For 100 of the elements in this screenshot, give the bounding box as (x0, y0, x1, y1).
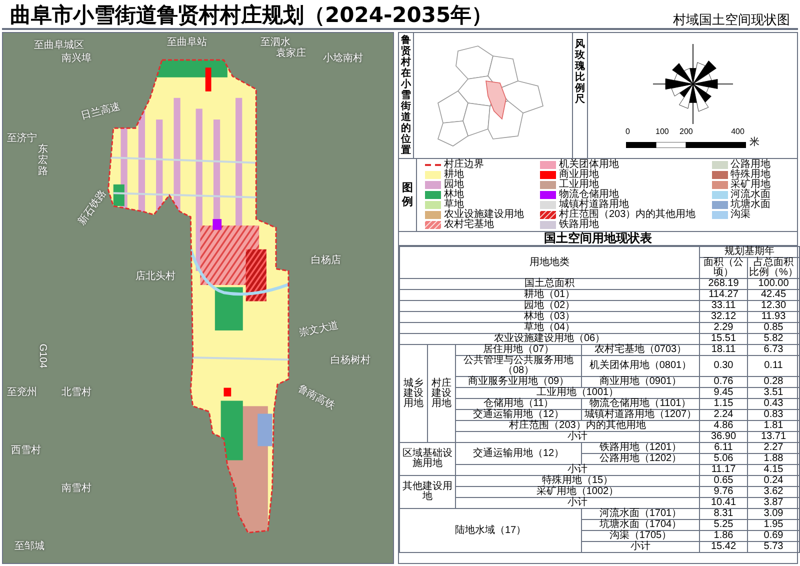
table-cell: 农村宅基地（0703） (582, 344, 700, 356)
table-cell: 园地（02） (400, 300, 700, 312)
table-cell: 其他建设用地 (400, 476, 456, 508)
legend-label: 村庄范围（203）内的其他用地 (559, 210, 696, 220)
place-label: 崇文大道 (298, 320, 340, 339)
place-label: 小埝南村 (322, 54, 363, 64)
legend-label: 坑塘水面 (730, 200, 771, 210)
place-label: 至曲阜站 (166, 38, 207, 48)
scale-tick-label: 0 (626, 128, 630, 136)
table-cell: 河流水面（1701） (582, 508, 700, 520)
column-header: 面积（公顷） (700, 258, 748, 278)
place-label: 至邹城 (14, 542, 45, 552)
legend-label: 物流仓储用地 (559, 190, 619, 200)
area-cell: 15.51 (700, 334, 748, 344)
share-cell: 5.73 (748, 542, 800, 552)
legend-label: 河流水面 (730, 190, 771, 200)
share-cell: 0.43 (748, 398, 800, 410)
place-label: 至兖州 (6, 388, 37, 398)
share-cell: 3.87 (748, 498, 800, 508)
map-subtitle: 村域国土空间现状图 (673, 13, 790, 26)
share-cell: 0.85 (748, 322, 800, 334)
share-cell: 12.30 (748, 300, 800, 312)
scale-title: 风玫瑰比例尺 (573, 33, 588, 158)
place-label: 新石铁路 (78, 188, 109, 227)
area-cell: 1.86 (700, 530, 748, 542)
area-cell: 32.12 (700, 312, 748, 322)
column-header: 占总面积比例（%） (748, 258, 800, 278)
table-cell: 交通运输用地（12） (456, 442, 582, 464)
table-cell: 商业用地（0901） (582, 376, 700, 388)
area-cell: 18.11 (700, 344, 748, 356)
place-label: 至济宁 (6, 134, 37, 144)
place-label: G104 (38, 344, 48, 368)
place-label: 白杨店 (311, 256, 342, 266)
legend-label: 林地 (444, 190, 464, 200)
area-cell: 1.15 (700, 398, 748, 410)
table-cell: 坑塘水面（1704） (582, 520, 700, 530)
place-label: 至泗水 (260, 38, 290, 48)
share-cell: 3.62 (748, 486, 800, 498)
share-cell: 2.27 (748, 442, 800, 454)
table-cell: 仓储用地（11） (456, 398, 582, 410)
legend-label: 公路用地 (730, 160, 771, 170)
share-cell: 1.95 (748, 520, 800, 530)
place-label: 袁家庄 (276, 48, 306, 59)
place-label: 南兴埠 (62, 54, 92, 64)
table-cell: 铁路用地（1201） (582, 442, 700, 454)
table-cell: 公路用地（1202） (582, 454, 700, 464)
table-cell: 小计 (456, 498, 700, 508)
share-cell: 0.83 (748, 410, 800, 420)
legend-label: 特殊用地 (730, 170, 771, 180)
table-cell: 交通运输用地（12） (456, 410, 582, 420)
table-cell: 林地（03） (400, 312, 700, 322)
scale-unit: 米 (750, 138, 760, 148)
legend-label: 农业设施建设用地 (444, 210, 524, 220)
area-cell: 2.29 (700, 322, 748, 334)
area-cell: 15.42 (700, 542, 748, 552)
table-cell: 区域基础设施用地 (400, 442, 456, 476)
table-cell: 沟渠（1705） (582, 530, 700, 542)
table-cell: 小计 (456, 464, 700, 476)
share-cell: 0.11 (748, 356, 800, 376)
area-cell: 4.86 (700, 420, 748, 432)
place-label: 日兰高速 (80, 102, 122, 122)
table-cell: 特殊用地（15） (456, 476, 700, 486)
legend-title: 图例 (400, 180, 414, 210)
area-cell: 0.30 (700, 356, 748, 376)
share-cell: 1.81 (748, 420, 800, 432)
place-label: 西雪村 (10, 446, 41, 456)
share-cell: 4.15 (748, 464, 800, 476)
table-cell: 城乡建设用地 (400, 344, 428, 442)
table-cell: 草地（04） (400, 322, 700, 334)
place-label: 店北头村 (136, 272, 176, 282)
area-cell: 6.11 (700, 442, 748, 454)
locator-title: 鲁贤村在小雪街道的位置 (399, 33, 414, 158)
area-cell: 5.25 (700, 520, 748, 530)
scale-tick-label: 200 (680, 128, 693, 136)
share-cell: 0.28 (748, 376, 800, 388)
area-cell: 9.76 (700, 486, 748, 498)
share-cell: 3.51 (748, 388, 800, 398)
legend-label: 村庄边界 (444, 160, 484, 170)
place-label: 南雪村 (62, 484, 92, 494)
legend-label: 机关团体用地 (559, 160, 619, 170)
legend-label: 城镇村道路用地 (559, 200, 629, 210)
place-label: 北雪村 (62, 388, 92, 398)
area-cell: 0.76 (700, 376, 748, 388)
share-cell: 0.24 (748, 476, 800, 486)
table-cell: 陆地水域（17） (400, 508, 582, 552)
area-cell: 11.17 (700, 464, 748, 476)
table-cell: 公共管理与公共服务用地（08） (456, 356, 582, 376)
table-cell: 工业用地（1001） (456, 388, 700, 398)
area-cell: 8.31 (700, 508, 748, 520)
share-cell: 0.69 (748, 530, 800, 542)
scale-tick-label: 100 (656, 128, 669, 136)
area-cell: 36.90 (700, 432, 748, 442)
column-header: 用地地类 (400, 246, 700, 278)
table-title: 国土空间用地现状表 (399, 232, 797, 246)
share-cell: 1.88 (748, 454, 800, 464)
legend-label: 耕地 (444, 170, 464, 180)
place-label: 至曲阜城区 (34, 40, 84, 51)
table-cell: 居住用地（07） (456, 344, 582, 356)
table-cell: 采矿用地（1002） (456, 486, 700, 498)
column-header: 规划基期年 (700, 246, 800, 258)
